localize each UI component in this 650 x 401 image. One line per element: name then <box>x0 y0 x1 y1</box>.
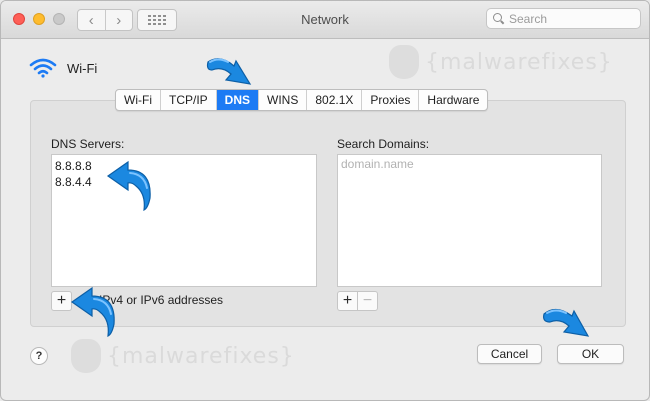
domain-placeholder: domain.name <box>341 157 414 171</box>
annotation-arrow-icon <box>106 160 151 212</box>
tab-wifi[interactable]: Wi-Fi <box>116 90 161 110</box>
interface-header: Wi-Fi <box>29 58 97 78</box>
tab-hardware[interactable]: Hardware <box>419 90 487 110</box>
tab-8021x[interactable]: 802.1X <box>307 90 363 110</box>
help-button[interactable]: ? <box>30 347 48 365</box>
hand-icon <box>71 339 101 373</box>
search-domains-list[interactable]: domain.name <box>337 154 602 287</box>
search-domains-label: Search Domains: <box>337 137 430 151</box>
hand-icon <box>389 45 419 79</box>
annotation-arrow-icon <box>206 58 252 85</box>
wifi-icon <box>29 58 57 78</box>
tab-wins[interactable]: WINS <box>259 90 308 110</box>
cancel-button[interactable]: Cancel <box>477 344 542 364</box>
tab-proxies[interactable]: Proxies <box>362 90 420 110</box>
search-icon <box>493 12 505 25</box>
interface-name: Wi-Fi <box>67 60 98 76</box>
list-item[interactable]: 8.8.4.4 <box>52 174 316 190</box>
add-domain-button[interactable]: + <box>338 292 357 310</box>
dns-servers-label: DNS Servers: <box>51 137 125 151</box>
search-input[interactable] <box>509 11 629 26</box>
dns-servers-list[interactable]: 8.8.8.8 8.8.4.4 <box>51 154 317 287</box>
search-field[interactable] <box>486 8 641 29</box>
annotation-arrow-icon <box>70 286 115 338</box>
watermark-logo: {malwarefixes} <box>71 339 295 373</box>
watermark-logo: {malwarefixes} <box>389 45 613 79</box>
annotation-arrow-icon <box>543 308 590 337</box>
remove-domain-button[interactable]: − <box>357 292 377 310</box>
title-bar: ‹ › Network <box>1 1 649 39</box>
list-item[interactable]: 8.8.8.8 <box>52 158 316 174</box>
settings-tabs: Wi-Fi TCP/IP DNS WINS 802.1X Proxies Har… <box>115 89 489 111</box>
domain-add-remove: + − <box>337 291 378 311</box>
